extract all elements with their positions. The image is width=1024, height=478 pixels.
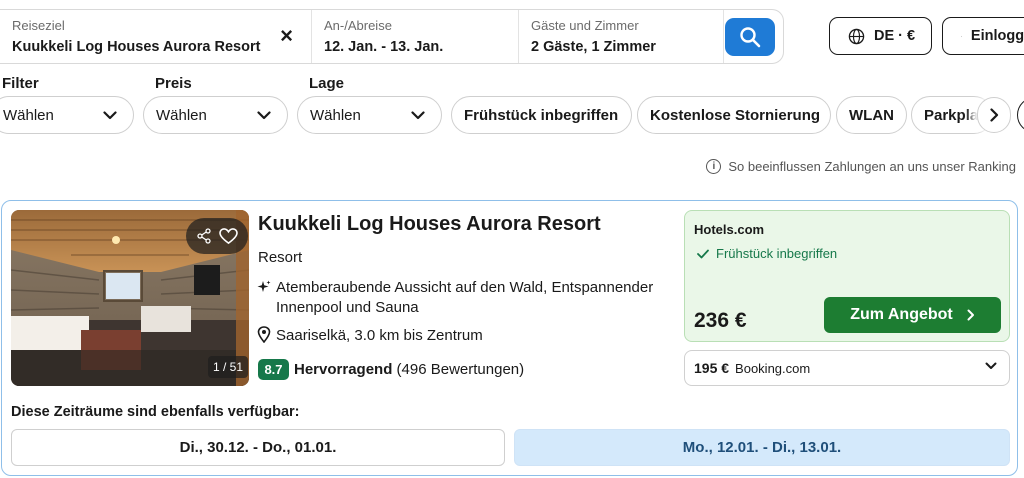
review-count: (496 Bewertungen): [396, 361, 525, 378]
chip-wifi-label: WLAN: [849, 106, 894, 124]
alt-offer-price: 195 €: [694, 360, 730, 376]
price-select[interactable]: Wählen: [143, 96, 288, 134]
guests-field[interactable]: Gäste und Zimmer 2 Gäste, 1 Zimmer: [519, 10, 724, 63]
chevron-down-icon: [985, 362, 997, 369]
chevron-down-icon: [411, 110, 425, 119]
locale-button[interactable]: DE · €: [829, 17, 932, 55]
chip-breakfast-label: Frühstück inbegriffen: [464, 106, 619, 124]
hotel-name[interactable]: Kuukkeli Log Houses Aurora Resort: [258, 213, 601, 236]
chevron-down-icon: [257, 110, 271, 119]
heart-icon[interactable]: [219, 227, 239, 245]
chip-free-cancellation[interactable]: Kostenlose Stornierung: [637, 96, 831, 134]
price-select-value: Wählen: [156, 106, 207, 124]
ranking-note-text: So beeinflussen Zahlungen an uns unser R…: [728, 159, 1016, 174]
hotel-photo[interactable]: 1 / 51: [11, 210, 249, 386]
chevron-down-icon: [103, 110, 117, 119]
deal-provider: Hotels.com: [694, 222, 765, 237]
top-deal-box[interactable]: Hotels.com Frühstück inbegriffen 236 € Z…: [684, 210, 1010, 342]
login-label: Einloggen: [970, 28, 1024, 44]
close-icon[interactable]: ×: [280, 24, 293, 48]
user-icon: [961, 35, 962, 37]
view-deal-button[interactable]: Zum Angebot: [824, 297, 1001, 333]
photo-counter: 1 / 51: [208, 356, 248, 378]
location-pin-icon: [257, 326, 271, 343]
partial-control[interactable]: [1017, 97, 1024, 133]
guests-label: Gäste und Zimmer: [531, 18, 639, 33]
deal-price: 236 €: [694, 309, 747, 332]
destination-label: Reiseziel: [12, 18, 65, 33]
chevron-right-icon: [989, 108, 998, 122]
alternate-offer[interactable]: 195 € Booking.com: [684, 350, 1010, 386]
hotel-type: Resort: [258, 249, 303, 266]
selected-date-option[interactable]: Mo., 12.01. - Di., 13.01.: [514, 429, 1010, 466]
chip-breakfast[interactable]: Frühstück inbegriffen: [451, 96, 632, 134]
destination-field[interactable]: Reiseziel Kuukkeli Log Houses Aurora Res…: [0, 10, 312, 63]
location-select-value: Wählen: [310, 106, 361, 124]
rating-word: Hervorragend: [294, 361, 393, 378]
alt-offer-provider: Booking.com: [735, 360, 811, 376]
search-button[interactable]: [725, 18, 775, 56]
destination-value[interactable]: Kuukkeli Log Houses Aurora Resort: [12, 36, 299, 58]
chevron-right-icon: [967, 309, 974, 321]
search-bar: Reiseziel Kuukkeli Log Houses Aurora Res…: [0, 9, 784, 64]
alt-date-option[interactable]: Di., 30.12. - Do., 01.01.: [11, 429, 505, 466]
deal-perk-text: Frühstück inbegriffen: [716, 246, 838, 261]
hotel-highlight: Atemberaubende Aussicht auf den Wald, En…: [276, 279, 654, 316]
hotel-card[interactable]: 1 / 51 Kuukkeli Log Houses Aurora Resort…: [1, 200, 1018, 476]
dates-label: An-/Abreise: [324, 18, 392, 33]
dates-value[interactable]: 12. Jan. - 13. Jan.: [324, 36, 506, 58]
view-deal-label: Zum Angebot: [850, 306, 953, 323]
locale-label: DE · €: [874, 28, 916, 44]
photo-actions: [186, 218, 248, 254]
review-score-badge: 8.7: [258, 359, 289, 380]
share-icon[interactable]: [196, 228, 212, 244]
deal-perk: Frühstück inbegriffen: [697, 246, 837, 261]
globe-icon: [848, 28, 865, 44]
info-icon: i: [706, 159, 722, 174]
guests-value[interactable]: 2 Gäste, 1 Zimmer: [531, 36, 711, 58]
filter-group-label: Filter: [2, 75, 39, 92]
check-icon: [697, 249, 709, 258]
chip-free-cancellation-label: Kostenlose Stornierung: [650, 106, 821, 124]
chip-wifi[interactable]: WLAN: [836, 96, 907, 134]
availability-title: Diese Zeiträume sind ebenfalls verfügbar…: [11, 404, 300, 420]
sparkle-icon: [257, 280, 271, 292]
login-button[interactable]: Einloggen: [942, 17, 1024, 55]
location-select[interactable]: Wählen: [297, 96, 442, 134]
search-icon: [740, 27, 761, 48]
filter-select-value: Wählen: [3, 106, 54, 124]
review-rating[interactable]: Hervorragend (496 Bewertungen): [294, 361, 524, 378]
filters-scroll-right-button[interactable]: [977, 97, 1011, 133]
filter-select[interactable]: Wählen: [0, 96, 134, 134]
price-group-label: Preis: [155, 75, 192, 92]
hotel-location: Saariselkä, 3.0 km bis Zentrum: [276, 327, 483, 344]
ranking-info-link[interactable]: i So beeinflussen Zahlungen an uns unser…: [706, 159, 1016, 174]
dates-field[interactable]: An-/Abreise 12. Jan. - 13. Jan.: [312, 10, 519, 63]
location-group-label: Lage: [309, 75, 345, 92]
